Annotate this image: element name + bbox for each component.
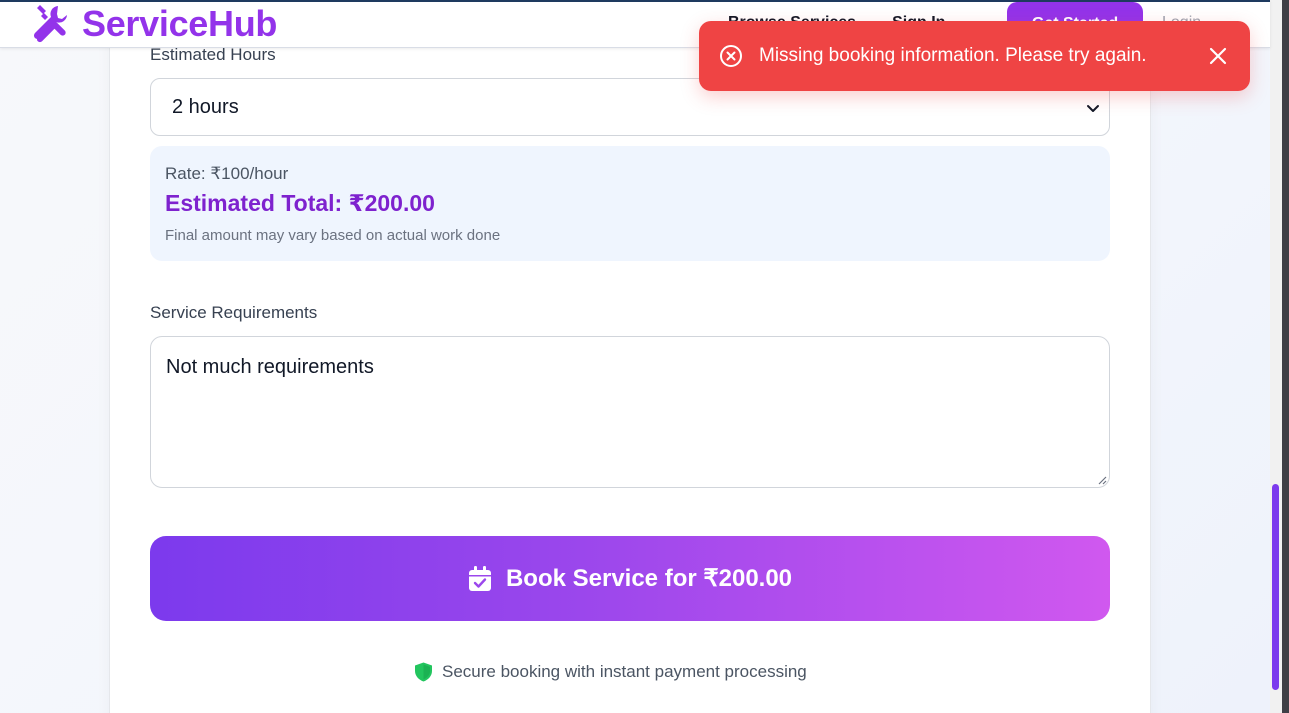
error-toast: Missing booking information. Please try … [699,21,1250,91]
close-icon [1209,47,1227,65]
chevron-down-icon [1087,105,1099,112]
book-service-label: Book Service for ₹200.00 [505,565,793,592]
shield-check-icon [415,662,432,682]
calendar-check-icon [468,565,491,591]
brand-logo[interactable]: ServiceHub [30,4,277,44]
rate-summary-box: Rate: ₹100/hour Estimated Total: ₹200.00… [150,146,1110,261]
hourly-rate: Rate: ₹100/hour [165,164,289,183]
window-edge [1282,0,1289,713]
service-requirements-textarea[interactable]: Not much requirements [150,336,1110,488]
secure-booking-note: Secure booking with instant payment proc… [414,662,807,682]
tools-icon [33,5,67,43]
rate-note: Final amount may vary based on actual wo… [165,227,501,244]
service-requirements-label: Service Requirements [150,303,318,322]
estimated-total: Estimated Total: ₹200.00 [165,190,435,216]
book-service-button[interactable]: Book Service for ₹200.00 [150,536,1110,621]
brand-name: ServiceHub [82,3,278,44]
secure-booking-text: Secure booking with instant payment proc… [442,662,807,681]
toast-message: Missing booking information. Please try … [759,45,1147,66]
resize-handle-icon[interactable] [1097,475,1107,485]
estimated-hours-label: Estimated Hours [150,45,276,64]
toast-close-button[interactable] [1208,46,1228,66]
service-requirements-value: Not much requirements [166,356,374,378]
x-circle-icon [720,45,742,67]
estimated-hours-value: 2 hours [172,95,239,118]
scrollbar-thumb[interactable] [1272,484,1279,690]
